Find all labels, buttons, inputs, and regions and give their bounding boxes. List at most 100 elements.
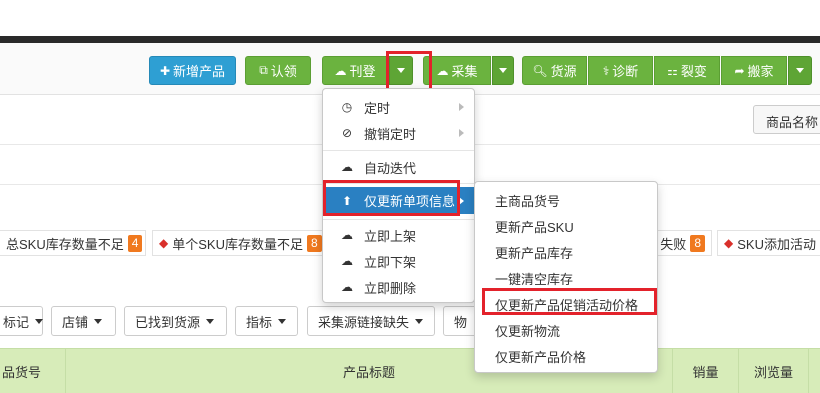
menu-divider	[323, 219, 474, 220]
cloud-upload-icon: ☁	[334, 63, 347, 78]
submenu-item-update-sku[interactable]: 更新产品SKU	[495, 213, 574, 239]
menu-item-schedule[interactable]: ◷ 定时	[323, 94, 474, 120]
add-product-label: 新增产品	[173, 64, 226, 79]
chevron-down-icon	[35, 318, 44, 324]
filter-store[interactable]: 店铺	[51, 306, 116, 336]
menu-item-delete-now[interactable]: ☁ 立即删除	[323, 274, 474, 300]
filter-indicator[interactable]: 指标	[235, 306, 298, 336]
column-sales[interactable]: 销量	[673, 349, 739, 393]
table-header: 品货号 产品标题 销量 浏览量	[0, 348, 820, 393]
tag-total-sku-stock-low[interactable]: 总SKU库存数量不足 4	[0, 230, 146, 256]
filter-mark[interactable]: 标记	[0, 306, 44, 336]
chevron-down-icon	[499, 68, 507, 73]
clock-icon: ◷	[341, 100, 353, 114]
stethoscope-icon: ⚕	[602, 63, 610, 78]
cloud-delete-icon: ☁	[341, 280, 353, 294]
source-label: 货源	[550, 64, 577, 79]
submenu-item-label: 一键清空库存	[495, 271, 574, 287]
update-single-info-submenu: 主商品货号 更新产品SKU 更新产品库存 一键清空库存 仅更新产品促销活动价格 …	[474, 181, 658, 373]
move-label: 搬家	[747, 64, 774, 79]
tag-label: 总SKU库存数量不足	[6, 236, 124, 252]
sort-product-name-button[interactable]: 商品名称	[753, 105, 820, 134]
diagnose-label: 诊断	[612, 64, 639, 79]
filter-missing-source-link[interactable]: 采集源链接缺失	[307, 306, 435, 336]
add-product-button[interactable]: ✚ 新增产品	[149, 56, 236, 85]
diagnose-button[interactable]: ⚕ 诊断	[588, 56, 653, 85]
count-badge: 8	[690, 234, 705, 252]
submenu-item-update-stock[interactable]: 更新产品库存	[495, 239, 573, 265]
submenu-item-label: 仅更新产品价格	[495, 349, 587, 365]
collect-button[interactable]: ☁ 采集	[423, 56, 491, 85]
annotation-highlight-menu-item	[323, 180, 460, 216]
sitemap-icon: ⚏	[667, 63, 678, 78]
publish-label: 刊登	[349, 64, 376, 79]
publish-button[interactable]: ☁ 刊登	[322, 56, 388, 85]
chevron-down-icon	[94, 318, 103, 324]
source-button[interactable]: 🔍︎ 货源	[522, 56, 587, 85]
menu-item-cancel-schedule[interactable]: ⊘ 撤销定时	[323, 120, 474, 146]
submenu-item-update-price[interactable]: 仅更新产品价格	[495, 343, 586, 369]
collect-dropdown-toggle[interactable]	[492, 56, 514, 85]
menu-item-label: 立即下架	[364, 254, 417, 270]
filter-label: 已找到货源	[135, 314, 201, 330]
tag-label: SKU添加活动	[737, 236, 816, 252]
submenu-item-update-logistics[interactable]: 仅更新物流	[495, 317, 560, 343]
tag-sku-add-promo[interactable]: ◆ SKU添加活动	[717, 230, 820, 256]
split-button[interactable]: ⚏ 裂变	[654, 56, 720, 85]
copy-icon: ⧉	[259, 63, 268, 77]
column-label: 品货号	[2, 365, 42, 380]
submenu-item-label: 更新产品库存	[495, 245, 574, 261]
submenu-item-label: 仅更新物流	[495, 323, 561, 339]
menu-item-label: 立即删除	[364, 280, 417, 296]
submenu-item-label: 主商品货号	[495, 193, 561, 209]
tag-single-sku-stock-low[interactable]: ◆ 单个SKU库存数量不足 8	[152, 230, 328, 256]
search-icon: 🔍︎	[532, 63, 548, 78]
cloud-download-icon: ☁	[341, 254, 353, 268]
filter-label: 采集源链接缺失	[318, 314, 410, 330]
cloud-upload-icon: ☁	[341, 160, 353, 174]
claim-label: 认领	[270, 64, 297, 79]
tag-icon: ◆	[159, 236, 169, 250]
split-label: 裂变	[680, 64, 707, 79]
menu-item-label: 自动迭代	[364, 160, 417, 176]
chevron-down-icon	[796, 68, 804, 73]
sort-label: 商品名称	[766, 115, 819, 130]
menu-item-auto-iterate[interactable]: ☁ 自动迭代	[323, 154, 474, 180]
collect-label: 采集	[451, 64, 478, 79]
ban-icon: ⊘	[341, 126, 353, 140]
column-label: 产品标题	[342, 365, 395, 380]
filter-source-found[interactable]: 已找到货源	[124, 306, 227, 336]
column-label: 销量	[692, 365, 719, 380]
move-button[interactable]: ➦ 搬家	[721, 56, 787, 85]
chevron-down-icon	[415, 318, 424, 324]
menu-item-label: 立即上架	[364, 228, 417, 244]
share-arrow-icon: ➦	[734, 63, 745, 78]
tag-icon: ◆	[724, 236, 734, 250]
column-sku[interactable]: 品货号	[0, 349, 66, 393]
filter-label: 店铺	[62, 314, 89, 330]
menu-divider	[323, 150, 474, 151]
tag-label: 失败	[660, 236, 687, 252]
chevron-right-icon	[459, 129, 464, 137]
menu-item-label: 撤销定时	[364, 126, 417, 142]
chevron-down-icon	[278, 318, 287, 324]
count-badge: 8	[306, 234, 322, 252]
move-dropdown-toggle[interactable]	[788, 56, 812, 85]
filter-label: 物	[454, 314, 468, 330]
submenu-item-main-sku[interactable]: 主商品货号	[495, 187, 560, 213]
tag-label: 单个SKU库存数量不足	[172, 236, 303, 252]
submenu-item-label: 更新产品SKU	[495, 219, 574, 235]
claim-button[interactable]: ⧉ 认领	[245, 56, 311, 85]
plus-icon: ✚	[159, 63, 171, 78]
filter-label: 标记	[3, 314, 30, 330]
cloud-download-icon: ☁	[436, 63, 449, 78]
chevron-right-icon	[459, 103, 464, 111]
top-dark-bar	[0, 36, 820, 43]
annotation-highlight-submenu-item	[482, 288, 657, 315]
column-views[interactable]: 浏览量	[739, 349, 809, 393]
chevron-down-icon	[206, 318, 215, 324]
cloud-upload-icon: ☁	[341, 228, 353, 242]
menu-item-list-now[interactable]: ☁ 立即上架	[323, 222, 474, 248]
column-label: 浏览量	[753, 365, 793, 380]
menu-item-delist-now[interactable]: ☁ 立即下架	[323, 248, 474, 274]
